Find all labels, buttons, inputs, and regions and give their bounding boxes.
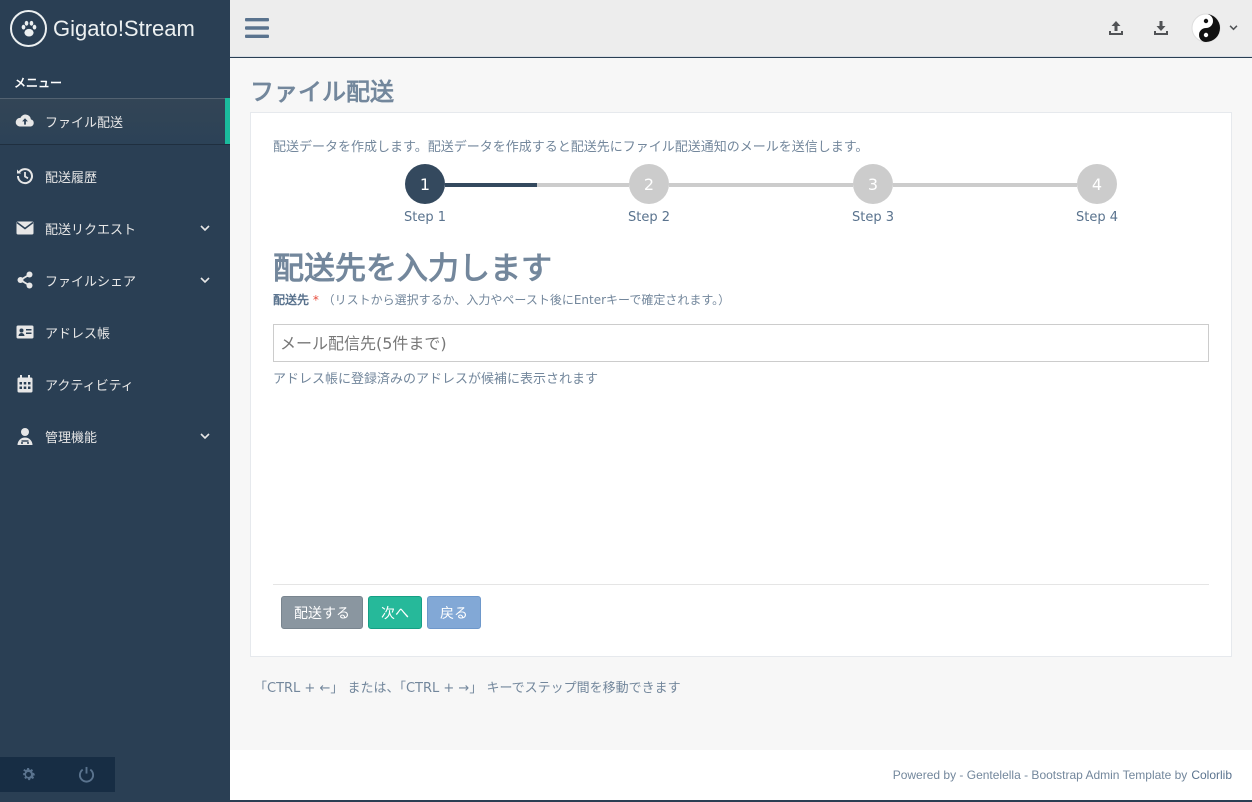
sidebar-item-file-delivery[interactable]: ファイル配送 — [0, 98, 230, 144]
step-wizard: 1 Step 1 2 Step 2 3 Step 3 4 Step 4 — [404, 164, 1118, 234]
paw-icon — [10, 10, 47, 47]
wizard-line — [537, 183, 629, 187]
sidebar-menu: ファイル配送 配送履歴 配送リクエスト ファイルシェア アドレス帳 アクティビテ… — [0, 98, 230, 462]
wizard-step-4[interactable]: 4 Step 4 — [1076, 164, 1118, 225]
recipient-label-text: 配送先 — [273, 293, 310, 307]
top-nav-actions — [1093, 13, 1238, 43]
gear-icon[interactable] — [0, 757, 58, 792]
chevron-down-icon — [200, 276, 212, 284]
sidebar-item-activity[interactable]: アクティビティ — [0, 358, 230, 410]
top-nav — [230, 0, 1252, 57]
sidebar-item-delivery-request[interactable]: 配送リクエスト — [0, 202, 230, 254]
intro-text: 配送データを作成します。配送データを作成すると配送先にファイル配送通知のメールを… — [273, 140, 869, 155]
wizard-line — [669, 183, 853, 187]
sidebar-item-label: 配送履歴 — [45, 170, 98, 186]
step-label: Step 3 — [851, 210, 894, 225]
sidebar-item-label: アドレス帳 — [45, 326, 111, 342]
step-label: Step 1 — [403, 210, 446, 225]
step-number: 3 — [853, 164, 893, 204]
required-mark: * — [312, 293, 319, 307]
sidebar-item-admin[interactable]: 管理機能 — [0, 410, 230, 462]
sidebar-item-label: ファイル配送 — [45, 115, 124, 131]
power-icon[interactable] — [58, 757, 116, 792]
history-icon — [15, 167, 35, 185]
footer: Powered by - Gentelella - Bootstrap Admi… — [230, 750, 1252, 800]
calendar-icon — [15, 375, 35, 393]
footer-text: Powered by - Gentelella - Bootstrap Admi… — [892, 768, 1188, 782]
sidebar-item-address-book[interactable]: アドレス帳 — [0, 306, 230, 358]
avatar — [1191, 13, 1221, 43]
sidebar-item-label: アクティビティ — [45, 378, 134, 394]
sidebar-item-delivery-history[interactable]: 配送履歴 — [0, 150, 230, 202]
colorlib-link[interactable]: Colorlib — [1191, 768, 1232, 782]
sidebar: Gigato!Stream メニュー ファイル配送 配送履歴 配送リクエスト フ… — [0, 0, 230, 802]
brand-name: Gigato!Stream — [53, 15, 195, 41]
menu-icon[interactable] — [245, 17, 269, 39]
next-button[interactable]: 次へ — [368, 596, 422, 629]
recipient-label: 配送先 * （リストから選択するか、入力やペースト後にEnterキーで確定されま… — [273, 291, 730, 308]
deliver-button[interactable]: 配送する — [281, 596, 363, 629]
chevron-down-icon — [200, 224, 212, 232]
step-number: 4 — [1077, 164, 1117, 204]
wizard-line — [893, 183, 1077, 187]
recipient-note: （リストから選択するか、入力やペースト後にEnterキーで確定されます。） — [322, 293, 731, 307]
step-number: 1 — [405, 164, 445, 204]
recipient-help: アドレス帳に登録済みのアドレスが候補に表示されます — [273, 372, 599, 387]
user-admin-icon — [15, 427, 35, 445]
wizard-step-2[interactable]: 2 Step 2 — [628, 164, 670, 225]
envelope-icon — [15, 219, 35, 237]
step-label: Step 2 — [627, 210, 670, 225]
address-card-icon — [15, 323, 35, 341]
sidebar-item-file-share[interactable]: ファイルシェア — [0, 254, 230, 306]
step-number: 2 — [629, 164, 669, 204]
step-label: Step 4 — [1075, 210, 1118, 225]
page-title: ファイル配送 — [250, 79, 394, 106]
download-icon[interactable] — [1138, 20, 1183, 36]
main-content: ファイル配送 配送データを作成します。配送データを作成すると配送先にファイル配送… — [230, 58, 1252, 750]
chevron-down-icon — [1229, 25, 1238, 31]
share-icon — [15, 271, 35, 289]
menu-title: メニュー — [14, 76, 63, 90]
upload-icon[interactable] — [1093, 20, 1138, 36]
recipient-input[interactable] — [273, 324, 1209, 362]
brand[interactable]: Gigato!Stream — [0, 0, 230, 57]
sidebar-item-label: 管理機能 — [45, 430, 98, 446]
wizard-progress-line — [445, 183, 537, 187]
cloud-upload-icon — [15, 112, 35, 130]
wizard-step-1[interactable]: 1 Step 1 — [404, 164, 446, 225]
back-button[interactable]: 戻る — [427, 596, 481, 629]
chevron-down-icon — [200, 432, 212, 440]
step-heading: 配送先を入力します — [273, 251, 552, 287]
wizard-panel: 配送データを作成します。配送データを作成すると配送先にファイル配送通知のメールを… — [250, 112, 1232, 657]
wizard-step-3[interactable]: 3 Step 3 — [852, 164, 894, 225]
sidebar-item-label: ファイルシェア — [45, 274, 137, 290]
wizard-actions: 配送する 次へ 戻る — [273, 584, 1209, 629]
sidebar-item-label: 配送リクエスト — [45, 222, 137, 238]
sidebar-footer — [0, 757, 115, 792]
user-menu[interactable] — [1191, 13, 1238, 43]
keyboard-hint: 「CTRL + ←」 または、「CTRL + →」 キーでステップ間を移動できま… — [254, 681, 681, 696]
